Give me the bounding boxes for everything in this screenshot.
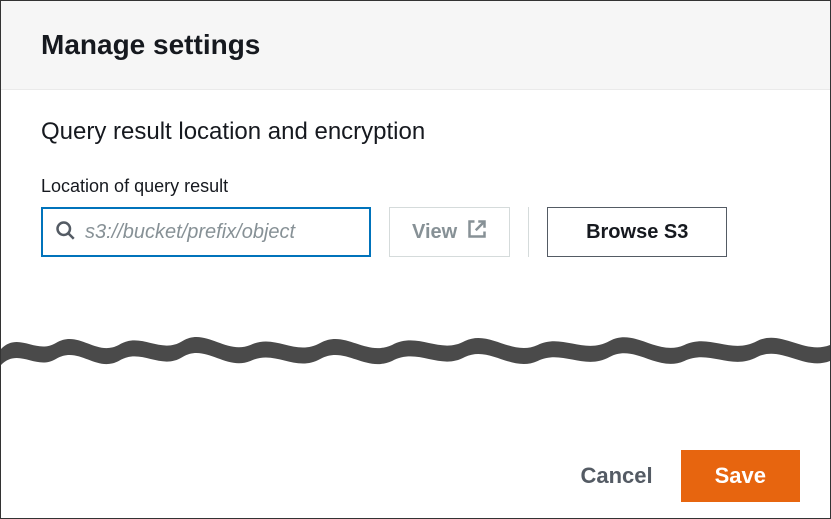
view-button-label: View bbox=[412, 221, 457, 244]
browse-s3-button[interactable]: Browse S3 bbox=[547, 207, 727, 257]
dialog-header: Manage settings bbox=[1, 1, 830, 90]
location-row: View Browse S3 bbox=[41, 207, 790, 257]
cancel-button-label: Cancel bbox=[580, 463, 652, 488]
section-title: Query result location and encryption bbox=[41, 118, 790, 146]
field-label-location: Location of query result bbox=[41, 176, 790, 197]
torn-edge-decoration bbox=[1, 321, 830, 371]
vertical-divider bbox=[528, 207, 529, 257]
cancel-button[interactable]: Cancel bbox=[580, 463, 652, 489]
search-icon bbox=[55, 220, 75, 245]
dialog-body: Query result location and encryption Loc… bbox=[1, 90, 830, 257]
save-button-label: Save bbox=[715, 463, 766, 488]
dialog-footer: Cancel Save bbox=[1, 433, 830, 518]
location-input[interactable] bbox=[85, 221, 357, 244]
external-link-icon bbox=[467, 219, 487, 245]
browse-s3-button-label: Browse S3 bbox=[586, 221, 688, 244]
save-button[interactable]: Save bbox=[681, 450, 800, 502]
dialog-manage-settings: Manage settings Query result location an… bbox=[0, 0, 831, 519]
location-input-group[interactable] bbox=[41, 207, 371, 257]
view-button[interactable]: View bbox=[389, 207, 510, 257]
dialog-title: Manage settings bbox=[41, 29, 790, 61]
